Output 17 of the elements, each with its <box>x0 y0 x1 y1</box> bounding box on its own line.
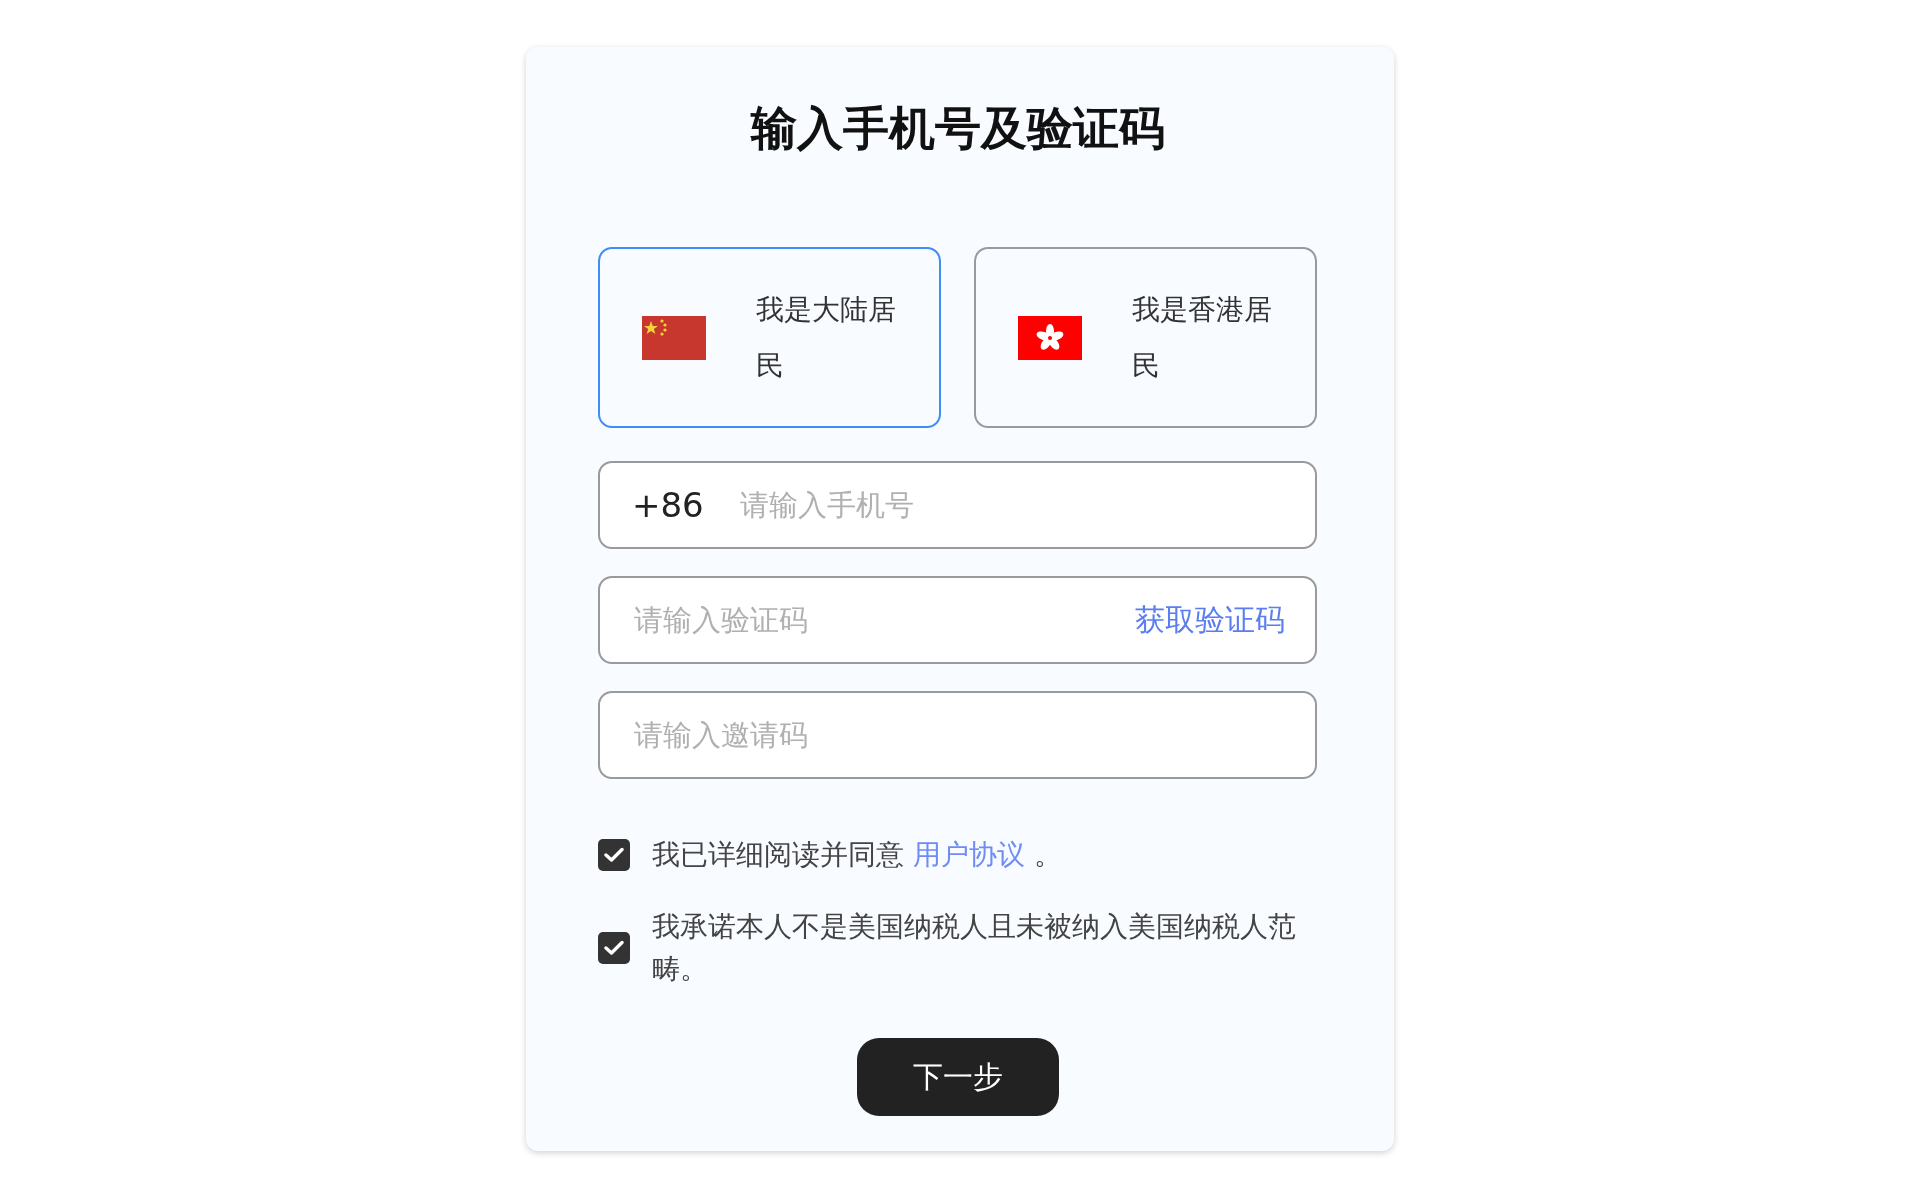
page-title: 输入手机号及验证码 <box>750 100 1165 157</box>
country-code: +86 <box>632 484 704 527</box>
region-option[interactable]: 我是香港居民 <box>974 247 1317 428</box>
check-icon <box>604 940 624 956</box>
checkbox[interactable] <box>598 839 630 871</box>
invite-field[interactable]: 请输入邀请码 <box>598 691 1317 779</box>
flag-icon <box>1018 315 1082 360</box>
checkbox[interactable] <box>598 932 630 964</box>
next-button[interactable]: 下一步 <box>856 1038 1059 1116</box>
agreement-text: 我承诺本人不是美国纳税人且未被纳入美国纳税人范畴。 <box>652 909 1297 987</box>
region-option[interactable]: 我是大陆居民 <box>598 247 941 428</box>
check-icon <box>604 847 624 863</box>
agreement-text: 我已详细阅读并同意 用户协议 。 <box>652 837 1063 873</box>
get-code-button[interactable]: 获取验证码 <box>1135 576 1285 664</box>
flag-icon <box>642 315 706 360</box>
region-label: 我是香港居民 <box>1132 291 1273 384</box>
region-label: 我是大陆居民 <box>756 291 897 384</box>
